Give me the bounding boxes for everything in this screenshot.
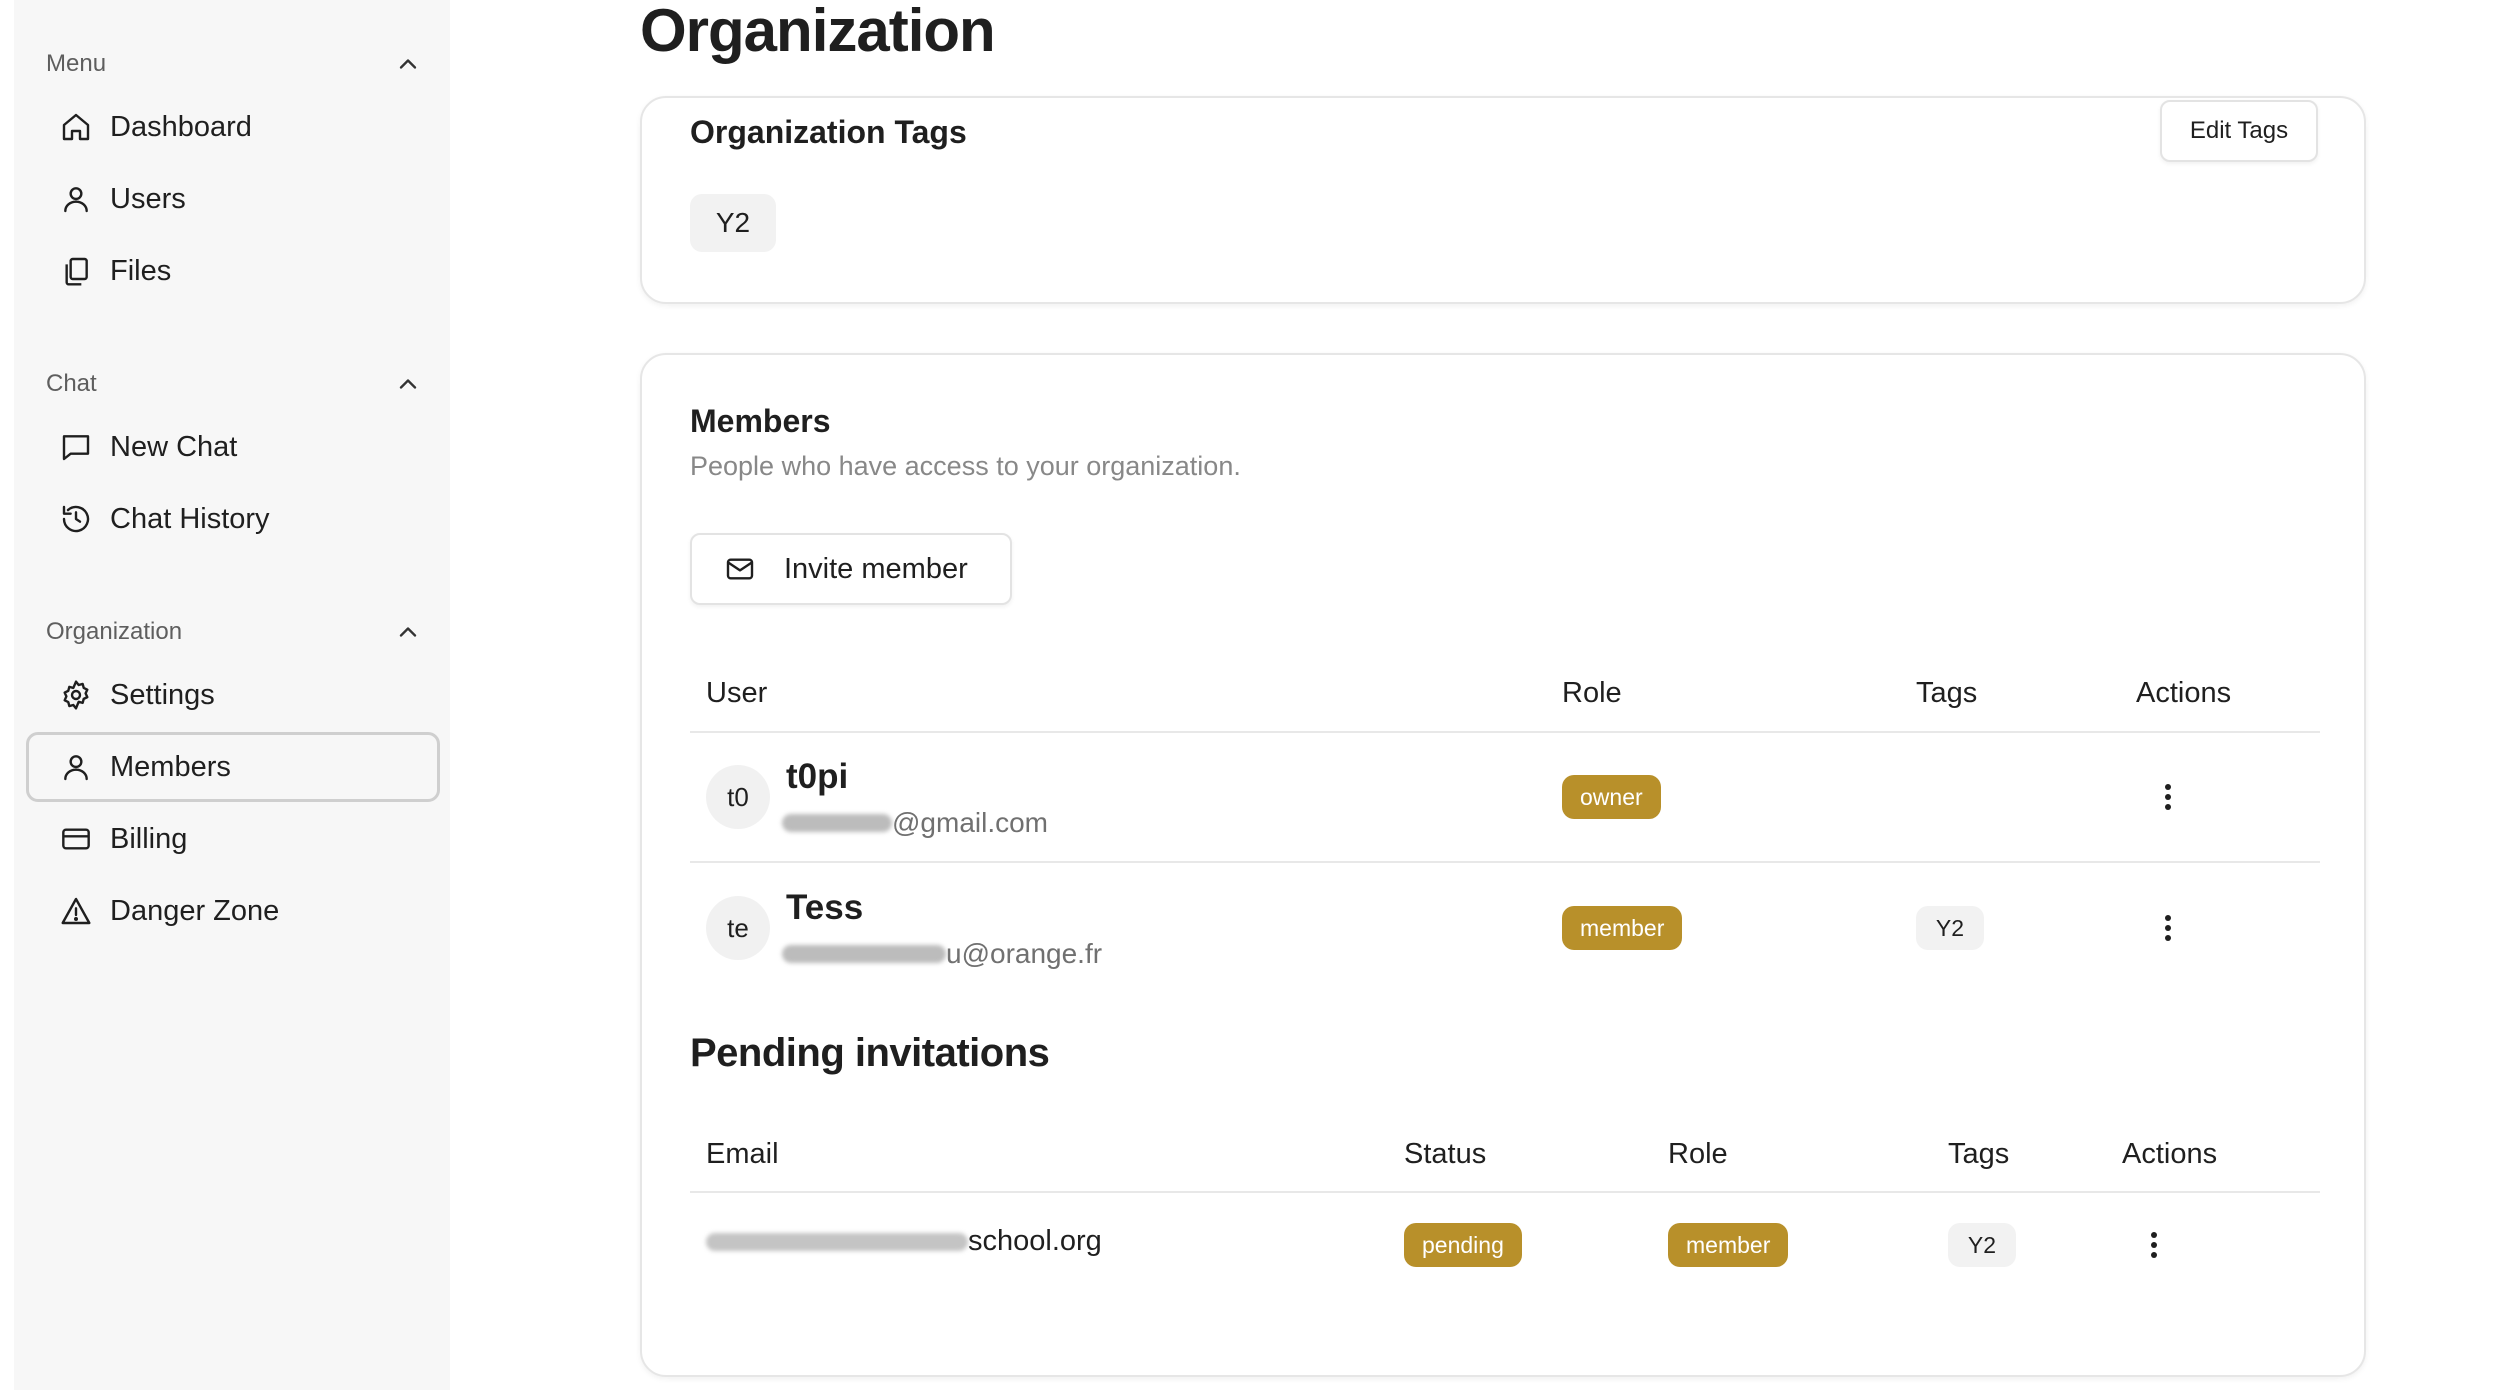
role-badge-label: owner (1562, 775, 1661, 819)
status-badge: pending (1404, 1223, 1522, 1267)
table-divider (690, 861, 2320, 863)
sidebar-item-label: Dashboard (110, 110, 252, 143)
sidebar-item-label: Users (110, 182, 186, 215)
more-vertical-icon (2165, 784, 2171, 810)
organization-tags-card: Organization Tags Edit Tags Y2 (640, 96, 2366, 304)
sidebar-item-files[interactable]: Files (26, 236, 440, 306)
user-icon (64, 187, 88, 213)
members-card: Members People who have access to your o… (640, 353, 2366, 1377)
redacted-text (782, 814, 892, 832)
member-email-domain: @gmail.com (892, 807, 1049, 838)
sidebar-section-menu[interactable]: Menu (46, 44, 436, 84)
column-header-actions: Actions (2136, 677, 2232, 709)
warning-icon (61, 897, 91, 925)
member-tag-chip: Y2 (1916, 906, 1984, 950)
redacted-text (782, 945, 946, 963)
mail-icon (726, 558, 754, 580)
section-title: Chat (46, 370, 97, 397)
section-title: Menu (46, 50, 107, 77)
sidebar-item-billing[interactable]: Billing (26, 804, 440, 874)
status-badge-label: pending (1404, 1223, 1522, 1267)
member-email: u@orange.fr (782, 938, 1102, 970)
invite-member-button[interactable]: Invite member (690, 533, 1012, 605)
sidebar-item-label: Chat History (110, 502, 270, 535)
sidebar-item-new-chat[interactable]: New Chat (26, 412, 440, 482)
column-header-tags: Tags (1916, 677, 1978, 709)
invite-member-label: Invite member (784, 552, 968, 585)
sidebar-item-label: Danger Zone (110, 894, 280, 927)
column-header-email: Email (706, 1138, 779, 1170)
sidebar-item-users[interactable]: Users (26, 164, 440, 234)
org-tag-chip: Y2 (690, 194, 776, 252)
sidebar-item-label: Settings (110, 678, 215, 711)
user-icon (64, 755, 88, 781)
chevron-up-icon (399, 627, 417, 637)
row-actions-button[interactable] (2148, 777, 2188, 817)
role-badge-label: member (1668, 1223, 1789, 1267)
avatar: te (706, 896, 770, 960)
edit-tags-button[interactable]: Edit Tags (2160, 100, 2318, 162)
role-badge: owner (1562, 775, 1661, 819)
sidebar-item-label: New Chat (110, 430, 238, 463)
row-actions-button[interactable] (2148, 908, 2188, 948)
role-badge: member (1668, 1223, 1789, 1267)
card-icon (62, 828, 90, 850)
sidebar-item-label: Files (110, 254, 172, 287)
table-divider (690, 731, 2320, 733)
role-badge-label: member (1562, 906, 1683, 950)
members-title: Members (690, 403, 831, 439)
member-email-domain: u@orange.fr (946, 938, 1103, 969)
invite-tag-chip: Y2 (1948, 1223, 2016, 1267)
member-email: @gmail.com (782, 807, 1048, 839)
files-icon (65, 257, 88, 286)
message-icon (62, 435, 90, 461)
chevron-up-icon (399, 59, 417, 69)
member-name: t0pi (786, 757, 849, 796)
sidebar-item-label: Members (110, 750, 231, 783)
table-divider (690, 1191, 2320, 1193)
sidebar-item-label: Billing (110, 822, 188, 855)
more-vertical-icon (2165, 915, 2171, 941)
sidebar-item-settings[interactable]: Settings (26, 660, 440, 730)
sidebar-section-chat[interactable]: Chat (46, 364, 436, 404)
pending-invitations-title: Pending invitations (690, 1031, 1050, 1075)
sidebar-item-danger-zone[interactable]: Danger Zone (26, 876, 440, 946)
row-actions-button[interactable] (2134, 1225, 2174, 1265)
invite-email: school.org (706, 1225, 1102, 1258)
history-icon (62, 505, 90, 533)
members-subtitle: People who have access to your organizat… (690, 451, 1241, 481)
column-header-role: Role (1562, 677, 1622, 709)
home-icon (62, 113, 90, 141)
column-header-actions: Actions (2122, 1138, 2218, 1170)
invite-email-domain: school.org (968, 1225, 1102, 1257)
sidebar: Menu Dashboard Users Files Chat New Chat… (14, 0, 450, 1390)
chevron-up-icon (399, 379, 417, 389)
avatar: t0 (706, 765, 770, 829)
sidebar-item-members[interactable]: Members (26, 732, 440, 802)
more-vertical-icon (2151, 1232, 2157, 1258)
member-name: Tess (786, 888, 864, 927)
column-header-status: Status (1404, 1138, 1487, 1170)
page-title: Organization (640, 0, 996, 64)
column-header-role: Role (1668, 1138, 1728, 1170)
section-title: Organization (46, 618, 183, 645)
organization-tags-title: Organization Tags (690, 114, 967, 150)
gear-icon (63, 680, 89, 710)
sidebar-item-chat-history[interactable]: Chat History (26, 484, 440, 554)
sidebar-item-dashboard[interactable]: Dashboard (26, 92, 440, 162)
redacted-text (706, 1232, 968, 1251)
sidebar-section-organization[interactable]: Organization (46, 612, 436, 652)
column-header-tags: Tags (1948, 1138, 2010, 1170)
column-header-user: User (706, 677, 768, 709)
role-badge: member (1562, 906, 1683, 950)
